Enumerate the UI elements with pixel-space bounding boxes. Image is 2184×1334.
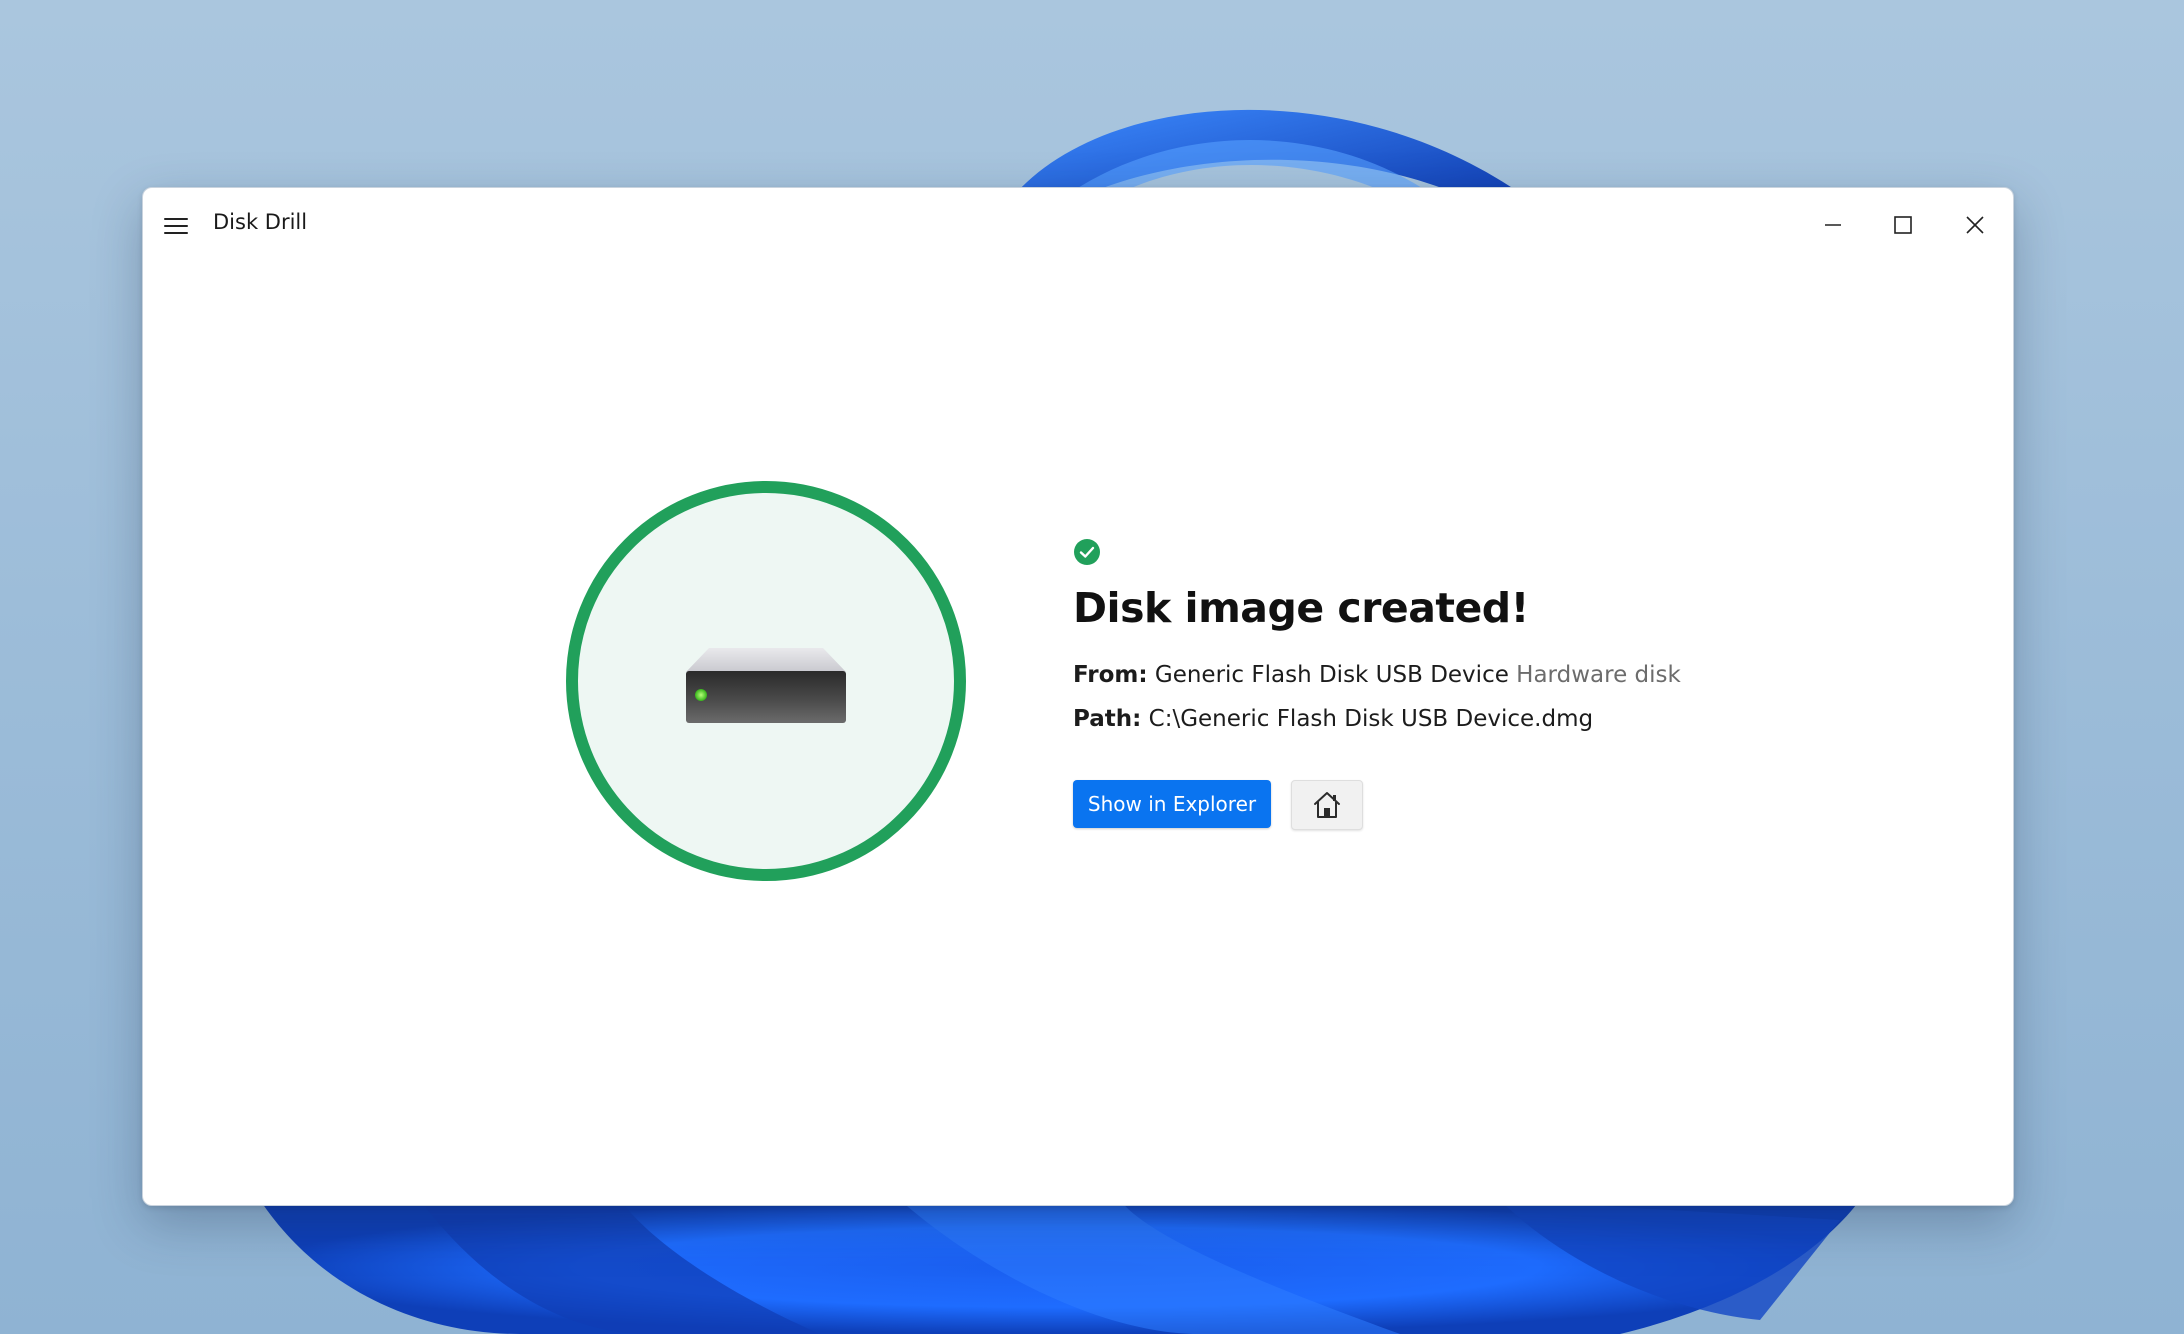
check-circle-icon (1074, 539, 1100, 565)
title-bar[interactable]: Disk Drill (143, 188, 2013, 262)
from-type: Hardware disk (1516, 662, 1681, 688)
path-row: Path: C:\Generic Flash Disk USB Device.d… (1073, 706, 1593, 732)
maximize-icon (1894, 216, 1912, 234)
app-window: Disk Drill Disk image created! From: Gen… (142, 187, 2014, 1206)
app-title: Disk Drill (213, 210, 308, 234)
show-in-explorer-button[interactable]: Show in Explorer (1073, 780, 1271, 828)
page-title: Disk image created! (1073, 584, 1529, 632)
desktop: Disk Drill Disk image created! From: Gen… (0, 0, 2184, 1334)
path-value: C:\Generic Flash Disk USB Device.dmg (1148, 706, 1594, 732)
minimize-icon (1825, 224, 1841, 226)
minimize-button[interactable] (1803, 202, 1863, 248)
home-button[interactable] (1291, 780, 1363, 830)
path-label: Path: (1073, 706, 1142, 732)
close-button[interactable] (1945, 202, 2005, 248)
close-icon (1966, 216, 1984, 234)
home-icon (1314, 792, 1340, 818)
source-row: From: Generic Flash Disk USB Device Hard… (1073, 662, 1681, 688)
from-value: Generic Flash Disk USB Device (1154, 662, 1509, 688)
hard-drive-icon (686, 648, 846, 723)
from-label: From: (1073, 662, 1148, 688)
maximize-button[interactable] (1873, 202, 1933, 248)
hamburger-icon[interactable] (163, 215, 189, 237)
drive-illustration (566, 481, 966, 881)
